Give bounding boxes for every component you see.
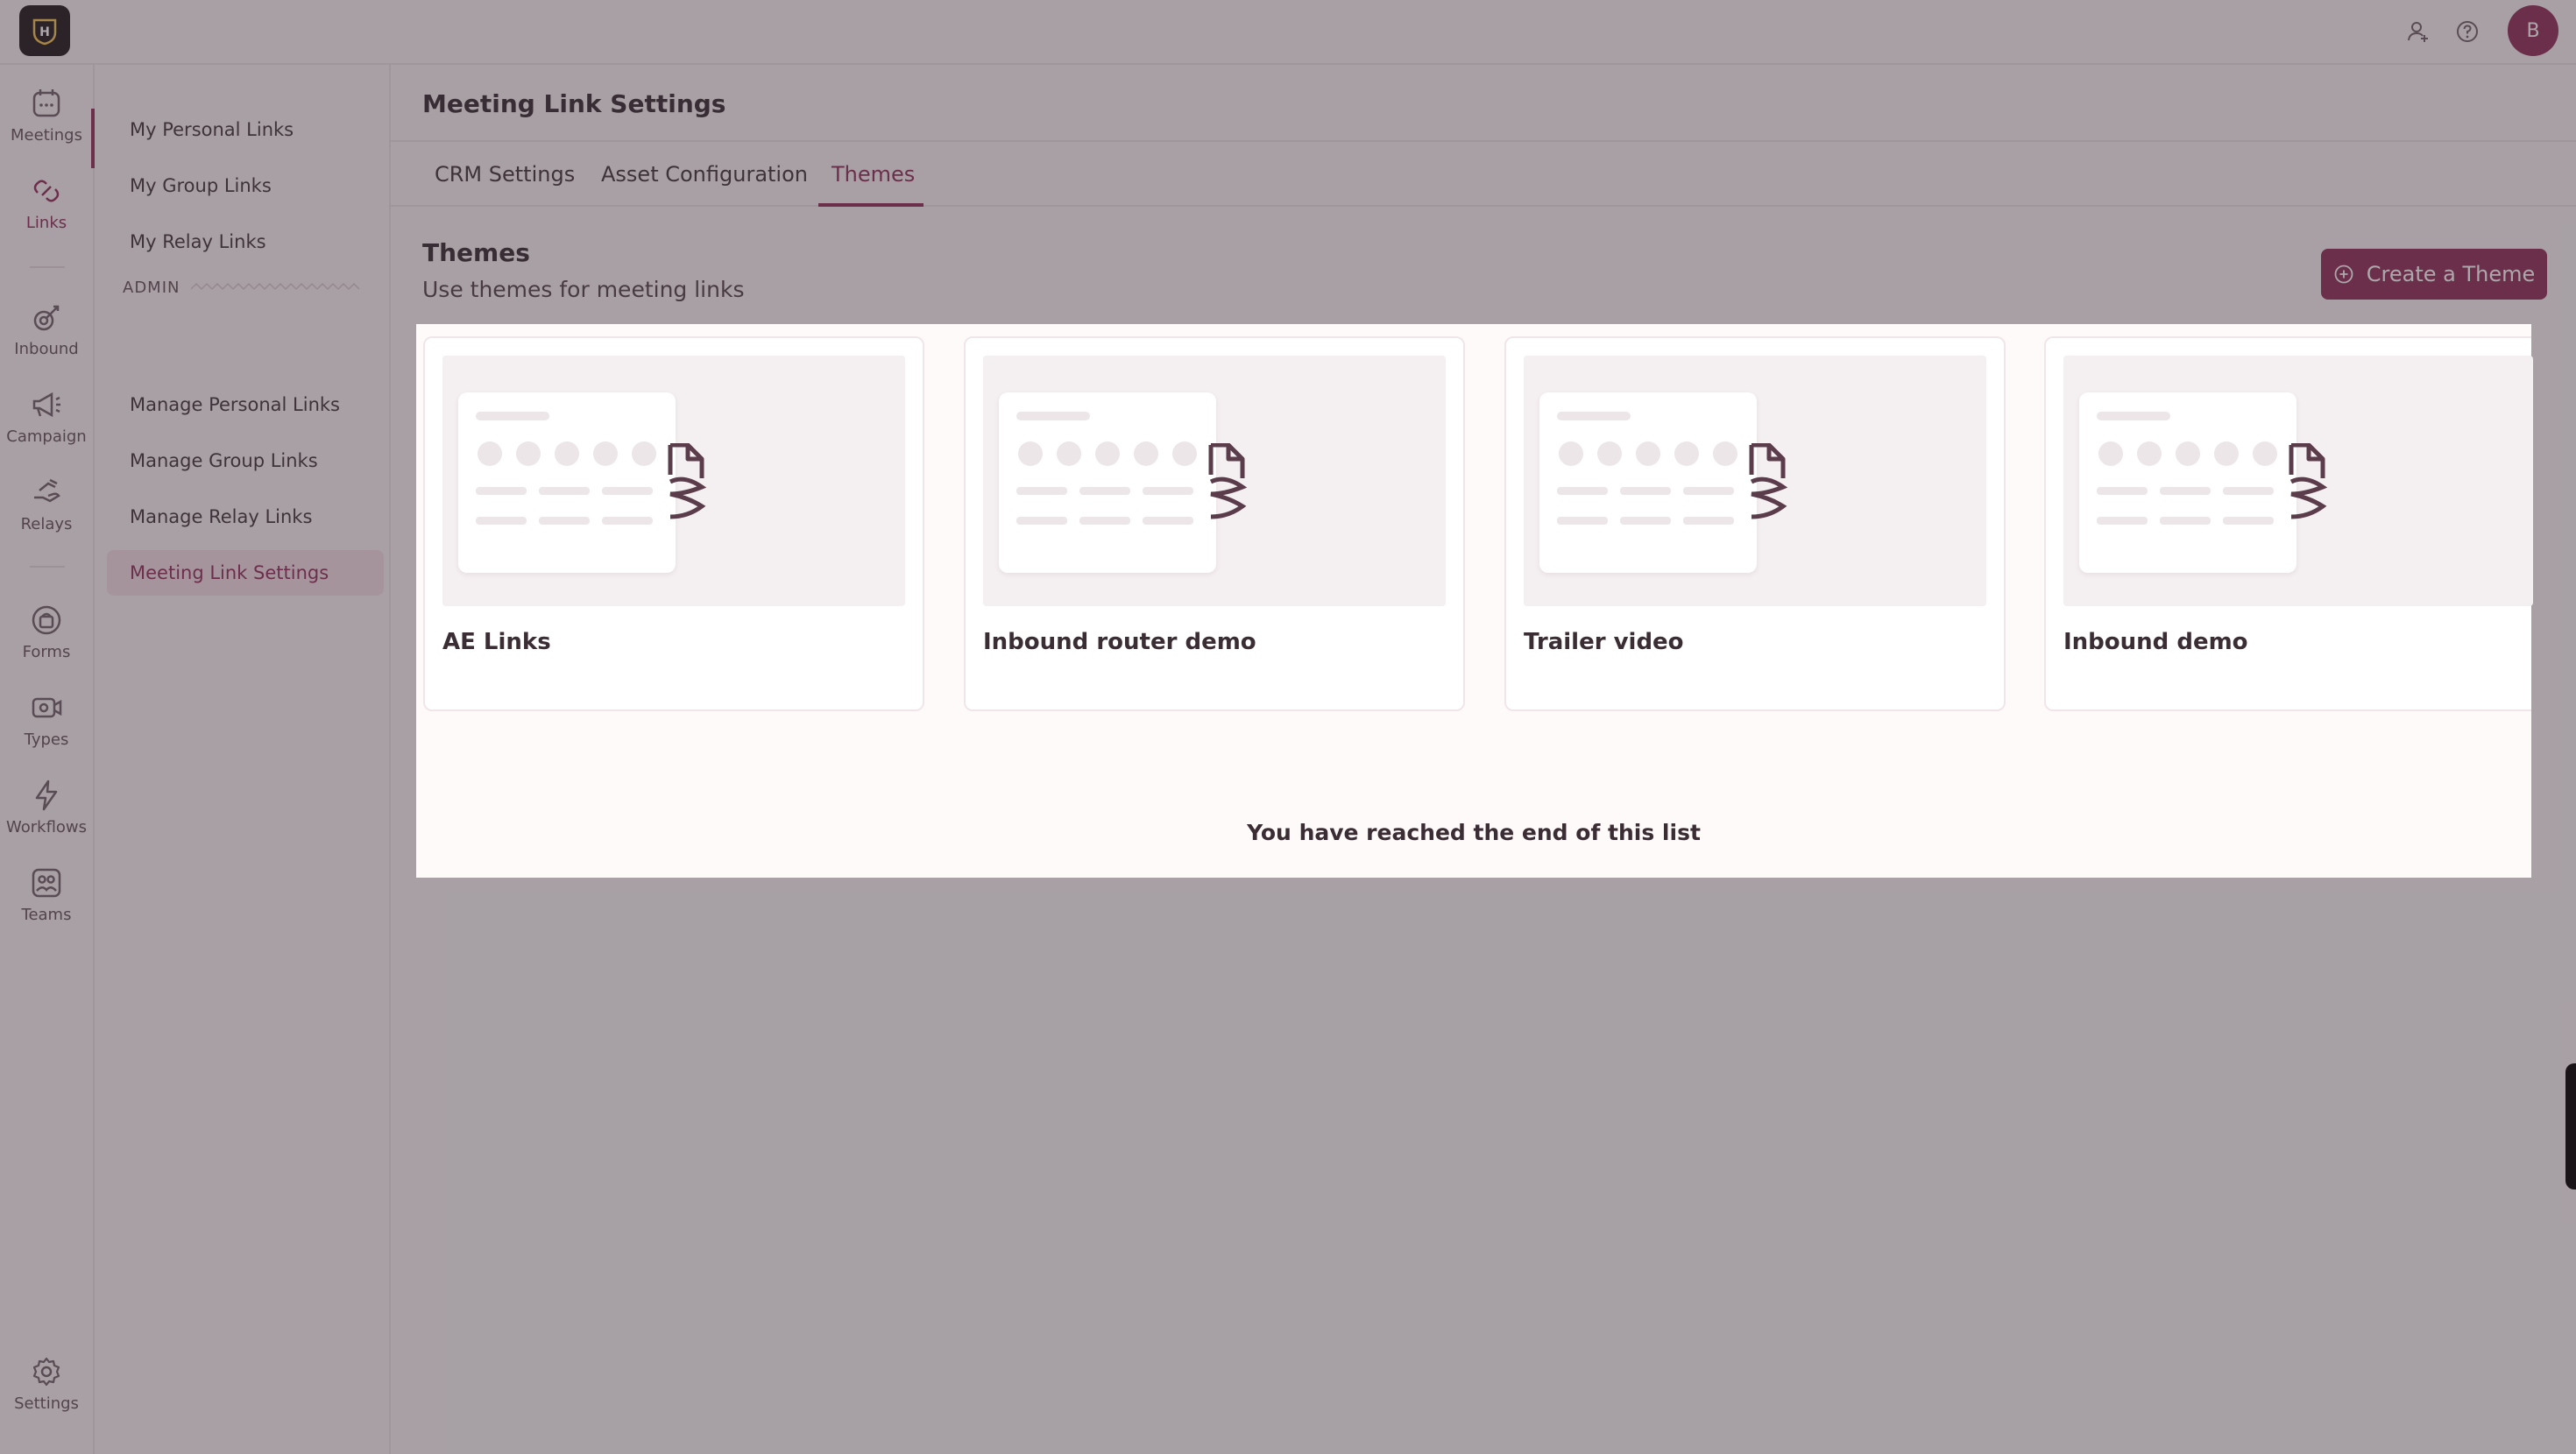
subnav-item-meeting-link-settings[interactable]: Meeting Link Settings [107,550,384,596]
theme-name: Inbound demo [2063,629,2248,655]
theme-name: Trailer video [1524,629,1684,655]
avatar-initial: B [2526,19,2540,42]
page-title: Meeting Link Settings [422,89,726,118]
theme-thumbnail [1524,356,1986,606]
section-title: Themes [422,238,530,267]
rail-label: Relays [20,515,73,533]
tab-asset-configuration[interactable]: Asset Configuration [601,142,808,207]
avatar[interactable]: B [2508,5,2558,56]
plus-circle-icon [2334,265,2353,284]
rail-item-teams[interactable]: Teams [0,865,93,935]
theme-preview [1539,392,1757,573]
rail-label: Settings [14,1394,79,1413]
theme-preview [2079,392,2296,573]
subnav-item-manage-group-links[interactable]: Manage Group Links [107,438,384,483]
rail-label: Teams [21,906,72,924]
rail-item-relays[interactable]: Relays [0,475,93,545]
rail-item-forms[interactable]: Forms [0,603,93,673]
theme-card[interactable]: AE Links [423,336,924,711]
rail-item-campaign[interactable]: Campaign [0,387,93,457]
subnav-item-label: My Personal Links [130,119,294,140]
relay-hand-icon [34,478,60,503]
theme-file-icon [1749,443,1788,519]
subnav-item-label: My Group Links [130,175,272,196]
icon-rail: Meetings Links Inbound Campaign Relays F… [0,65,95,1454]
theme-preview [999,392,1216,573]
app-logo[interactable]: H [19,5,70,56]
rail-label: Links [25,214,67,232]
rail-label: Workflows [5,818,88,836]
admin-divider [191,282,360,291]
rail-item-inbound[interactable]: Inbound [0,300,93,370]
theme-file-icon [2289,443,2328,519]
subnav-item-manage-personal-links[interactable]: Manage Personal Links [107,382,384,427]
gear-icon [32,1357,60,1387]
theme-file-icon [1208,443,1248,519]
end-of-list-message: You have reached the end of this list [1247,820,1701,845]
theme-thumbnail [983,356,1446,606]
theme-file-icon [668,443,707,519]
theme-name: AE Links [442,629,551,655]
rail-item-meetings[interactable]: Meetings [0,86,93,156]
create-theme-label: Create a Theme [2366,262,2536,286]
rail-label: Campaign [6,427,87,446]
tab-label: CRM Settings [435,162,576,187]
subnav-item-label: Manage Relay Links [130,506,313,527]
link-icon [33,180,60,202]
rail-label: Forms [22,643,71,661]
rail-item-settings[interactable]: Settings [0,1354,93,1424]
theme-thumbnail [442,356,905,606]
side-panel-handle[interactable] [2565,1063,2576,1189]
subnav-item-my-relay-links[interactable]: My Relay Links [107,219,384,265]
tab-themes[interactable]: Themes [832,142,915,207]
video-type-icon [32,697,62,718]
rail-item-links[interactable]: Links [0,173,93,244]
theme-card[interactable]: Inbound router demo [964,336,1465,711]
subnav-item-label: Manage Group Links [130,450,318,471]
settings-tabs: CRM Settings Asset Configuration Themes [391,142,2576,207]
links-subnav: My Personal Links My Group Links My Rela… [95,65,391,1454]
subnav-item-label: My Relay Links [130,231,266,252]
subnav-item-label: Manage Personal Links [130,394,340,415]
create-theme-button[interactable]: Create a Theme [2321,249,2547,300]
theme-card[interactable]: Trailer video [1504,336,2006,711]
teams-icon [32,868,61,898]
rail-item-workflows[interactable]: Workflows [0,778,93,848]
theme-name: Inbound router demo [983,629,1256,655]
rail-label: Inbound [14,340,79,358]
subnav-item-label: Meeting Link Settings [130,562,329,583]
theme-card[interactable]: Inbound demo [2044,336,2533,711]
calendar-icon [32,89,60,117]
subnav-item-my-group-links[interactable]: My Group Links [107,163,384,208]
add-user-icon[interactable] [2403,16,2434,47]
admin-section-label: ADMIN [123,279,180,297]
active-tab-indicator [818,203,924,207]
rail-divider [30,566,65,568]
rail-item-types[interactable]: Types [0,690,93,760]
themes-panel: AE Links Inbound router demo Trailer vid… [416,324,2533,878]
top-bar: H B [0,0,2576,65]
megaphone-icon [32,392,60,418]
tab-label: Asset Configuration [601,162,808,187]
inbound-icon [33,305,60,331]
tab-label: Themes [832,162,916,187]
forms-icon [32,605,61,635]
subnav-item-my-personal-links[interactable]: My Personal Links [107,107,384,152]
rail-label: Types [24,731,69,749]
rail-divider [30,266,65,268]
theme-thumbnail [2063,356,2533,606]
logo-icon: H [32,18,57,46]
theme-preview [458,392,676,573]
lightning-icon [35,780,58,811]
rail-label: Meetings [11,126,82,145]
svg-text:H: H [39,25,50,39]
section-subtitle: Use themes for meeting links [422,277,745,302]
tab-crm-settings[interactable]: CRM Settings [435,142,575,207]
subnav-item-manage-relay-links[interactable]: Manage Relay Links [107,494,384,540]
help-icon[interactable] [2452,16,2483,47]
